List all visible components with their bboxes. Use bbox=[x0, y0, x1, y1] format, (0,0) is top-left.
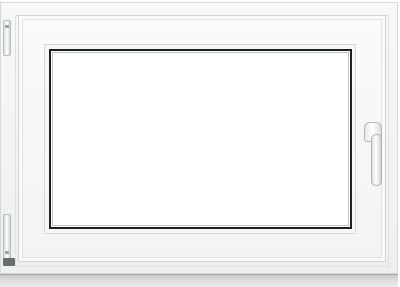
window-photo bbox=[0, 0, 400, 287]
top-hinge-icon bbox=[3, 20, 11, 56]
window-handle-icon bbox=[371, 134, 382, 186]
hinge-pin bbox=[5, 251, 9, 254]
bottom-hinge-icon bbox=[3, 214, 11, 260]
window-sill bbox=[0, 274, 398, 287]
glass-pane bbox=[49, 49, 352, 229]
hinge-pin bbox=[5, 25, 9, 28]
corner-bracket bbox=[3, 258, 15, 266]
glass-inner-seal bbox=[52, 52, 349, 226]
